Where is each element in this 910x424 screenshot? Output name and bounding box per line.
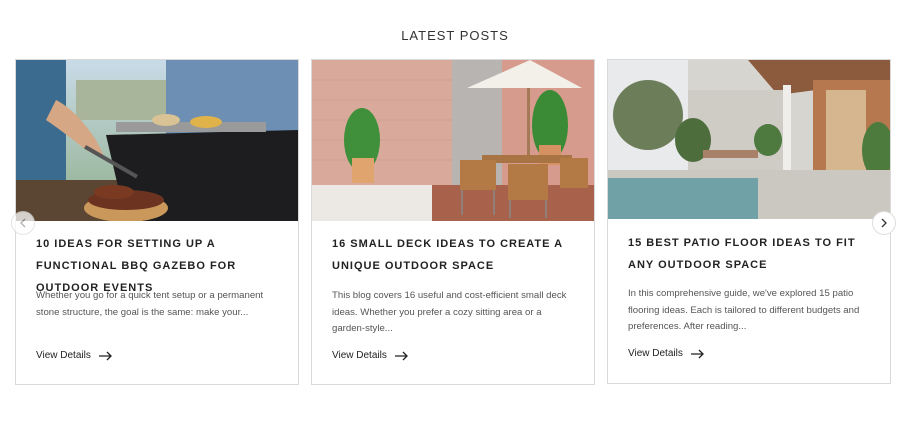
view-details-label: View Details [628,348,683,359]
post-image-bbq[interactable] [16,60,298,221]
arrow-right-icon [394,351,408,360]
view-details-link[interactable]: View Details [36,350,113,361]
post-title[interactable]: 15 BEST PATIO FLOOR IDEAS TO FIT ANY OUT… [628,232,876,276]
arrow-right-icon [690,349,704,358]
view-details-link[interactable]: View Details [628,348,705,359]
view-details-label: View Details [36,350,91,361]
post-image-deck[interactable] [312,60,594,221]
view-details-label: View Details [332,350,387,361]
view-details-link[interactable]: View Details [332,350,409,361]
post-excerpt: In this comprehensive guide, we've explo… [628,288,860,332]
post-card[interactable]: 16 SMALL DECK IDEAS TO CREATE A UNIQUE O… [311,59,595,385]
post-card[interactable]: 15 BEST PATIO FLOOR IDEAS TO FIT ANY OUT… [607,59,891,384]
post-excerpt: Whether you go for a quick tent setup or… [36,290,264,318]
post-excerpt: This blog covers 16 useful and cost-effi… [332,290,567,334]
latest-posts-heading: LATEST POSTS [401,28,509,43]
carousel-next-button[interactable] [872,211,896,235]
chevron-right-icon [881,218,887,228]
post-card[interactable]: 10 IDEAS FOR SETTING UP A FUNCTIONAL BBQ… [15,59,299,385]
carousel-prev-button[interactable] [11,211,35,235]
post-image-patio[interactable] [608,60,890,219]
arrow-right-icon [98,351,112,360]
chevron-left-icon [20,218,26,228]
post-title[interactable]: 16 SMALL DECK IDEAS TO CREATE A UNIQUE O… [332,233,580,277]
